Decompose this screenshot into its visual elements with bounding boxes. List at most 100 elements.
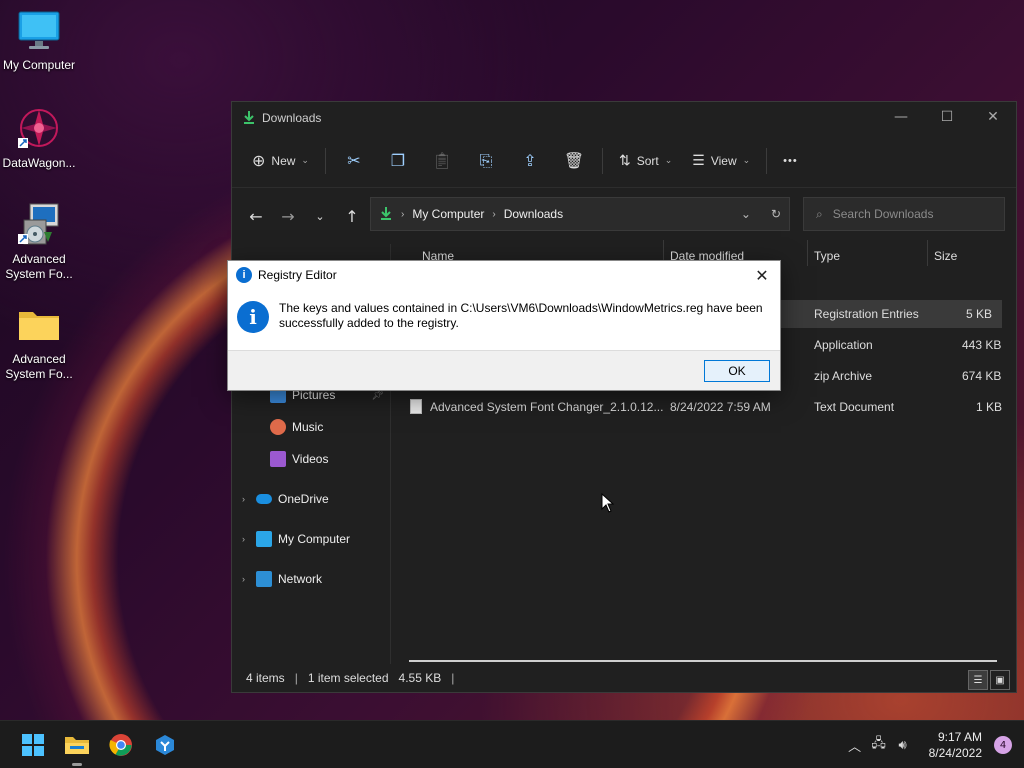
new-button-label: New [271, 153, 296, 168]
file-name: Advanced System Font Changer_2.1.0.12... [430, 400, 664, 414]
sidebar-item-label: Music [292, 420, 324, 434]
chevron-down-icon: ⌄ [742, 155, 751, 165]
forward-arrow-icon[interactable]: → [272, 200, 304, 232]
breadcrumb-my-computer[interactable]: My Computer [412, 207, 484, 221]
expand-chevron-icon[interactable]: › [242, 494, 256, 504]
dialog-message: The keys and values contained in C:\User… [279, 301, 763, 330]
videos-icon [270, 451, 286, 467]
toolbar-divider [766, 147, 768, 174]
sort-button-label: Sort [636, 153, 659, 168]
view-button[interactable]: ☰ View ⌄ [682, 145, 760, 177]
sidebar-item-label: OneDrive [278, 492, 329, 506]
status-divider: | [294, 671, 298, 685]
download-icon [242, 110, 256, 127]
breadcrumb-separator-icon: › [492, 208, 496, 220]
dialog-close-icon[interactable]: ✕ [752, 265, 772, 285]
rename-icon[interactable]: ⎘ [464, 145, 508, 177]
tiles-view-icon[interactable]: ▣ [990, 670, 1010, 690]
text-file-icon [410, 399, 422, 414]
expand-chevron-icon[interactable]: › [242, 574, 256, 584]
delete-icon[interactable]: 🗑︎ [552, 145, 596, 177]
chrome-icon[interactable] [106, 730, 136, 760]
sidebar-item-my-computer[interactable]: › My Computer [242, 528, 350, 550]
file-size: 443 KB [962, 338, 1002, 352]
sort-button[interactable]: ⇅ Sort ⌄ [609, 145, 682, 177]
ok-button[interactable]: OK [704, 360, 770, 382]
dialog-footer: OK [228, 350, 780, 390]
desktop-icon-datawagon[interactable]: DataWagon... [0, 106, 78, 171]
mouse-cursor-icon [601, 492, 615, 516]
close-button[interactable]: ✕ [970, 102, 1016, 132]
sidebar-item-videos[interactable]: Videos [270, 448, 328, 470]
desktop-icon-label: Advanced System Fo... [5, 252, 73, 281]
details-view-icon[interactable]: ☰ [968, 670, 988, 690]
back-arrow-icon[interactable]: ← [240, 200, 272, 232]
sort-icon: ⇅ [618, 152, 631, 168]
refresh-icon[interactable]: ↻ [771, 207, 781, 221]
paste-icon[interactable]: 📋︎ [420, 145, 464, 177]
breadcrumb-separator-icon: › [401, 208, 405, 220]
item-count: 4 items [246, 671, 285, 685]
desktop-icon-installer[interactable]: Advanced System Fo... [0, 202, 78, 282]
information-icon: i [237, 301, 269, 333]
copy-icon[interactable]: ❐ [376, 145, 420, 177]
music-icon [270, 419, 286, 435]
chevron-up-icon[interactable]: ︿ [843, 736, 867, 755]
more-options-button[interactable]: ••• [773, 145, 808, 177]
plus-circle-icon: ⊕ [252, 152, 266, 170]
file-explorer-icon[interactable] [62, 730, 92, 766]
column-divider[interactable] [927, 240, 928, 266]
sidebar-item-label: My Computer [278, 532, 351, 546]
network-icon [256, 571, 272, 587]
file-size: 1 KB [976, 400, 1003, 414]
desktop-icon-folder[interactable]: Advanced System Fo... [0, 302, 78, 382]
view-list-icon: ☰ [692, 152, 705, 168]
clock-date: 8/24/2022 [928, 746, 982, 760]
expand-chevron-icon[interactable]: › [242, 534, 256, 544]
sidebar-item-network[interactable]: › Network [242, 568, 322, 590]
cut-icon[interactable]: ✂ [332, 145, 376, 177]
desktop-icon-label: Advanced System Fo... [5, 352, 73, 381]
column-header-label: Size [934, 249, 958, 263]
selection-count: 1 item selected [307, 671, 389, 685]
column-header-type[interactable]: Type [814, 244, 840, 268]
window-titlebar[interactable]: Downloads — ☐ ✕ [232, 102, 1016, 134]
share-icon[interactable]: ⇪ [508, 145, 552, 177]
address-bar[interactable]: › My Computer › Downloads ⌄ ↻ [370, 197, 790, 231]
column-header-size[interactable]: Size [934, 244, 957, 268]
datawagon-icon [16, 106, 62, 152]
breadcrumb-downloads[interactable]: Downloads [504, 207, 563, 221]
network-status-icon[interactable]: 🖧︎ [867, 734, 891, 756]
search-icon: ⌕ [816, 206, 823, 221]
dialog-titlebar[interactable]: i Registry Editor [228, 261, 780, 289]
column-divider[interactable] [807, 240, 808, 266]
pin-icon: 📌︎ [371, 389, 384, 401]
desktop-icon-my-computer[interactable]: My Computer [0, 8, 78, 73]
sidebar-item-onedrive[interactable]: › OneDrive [242, 488, 329, 510]
clock[interactable]: 9:17 AM 8/24/2022 [929, 729, 982, 761]
toolbar-divider [324, 147, 326, 174]
recent-locations-chevron-icon[interactable]: ⌄ [304, 200, 336, 232]
clock-time: 9:17 AM [937, 730, 982, 744]
horizontal-scrollbar[interactable] [409, 660, 997, 662]
file-row[interactable]: Advanced System Font Changer_2.1.0.12...… [402, 393, 1002, 421]
command-bar: ⊕ New ⌄ ✂ ❐ 📋︎ ⎘ ⇪ 🗑︎ ⇅ Sort ⌄ ☰ View ⌄ … [232, 134, 1016, 188]
search-box[interactable]: ⌕ Search Downloads [803, 197, 1005, 231]
folder-icon [16, 302, 62, 348]
sidebar-item-music[interactable]: Music [270, 416, 323, 438]
up-arrow-icon[interactable]: ↑ [336, 200, 368, 232]
notification-badge[interactable]: 4 [994, 736, 1012, 754]
app-icon[interactable] [150, 730, 180, 760]
maximize-button[interactable]: ☐ [924, 102, 970, 132]
toolbar-divider [601, 147, 603, 174]
volume-icon[interactable]: 🔊︎ [891, 738, 915, 753]
minimize-button[interactable]: — [878, 102, 924, 132]
sidebar-item-label: Videos [292, 452, 329, 466]
new-button[interactable]: ⊕ New ⌄ [242, 145, 319, 177]
address-dropdown-icon[interactable]: ⌄ [741, 207, 751, 221]
installer-icon [16, 202, 62, 248]
chevron-down-icon: ⌄ [301, 155, 309, 165]
file-type: Registration Entries [814, 307, 919, 321]
start-icon[interactable] [18, 730, 48, 760]
more-icon: ••• [783, 154, 798, 167]
